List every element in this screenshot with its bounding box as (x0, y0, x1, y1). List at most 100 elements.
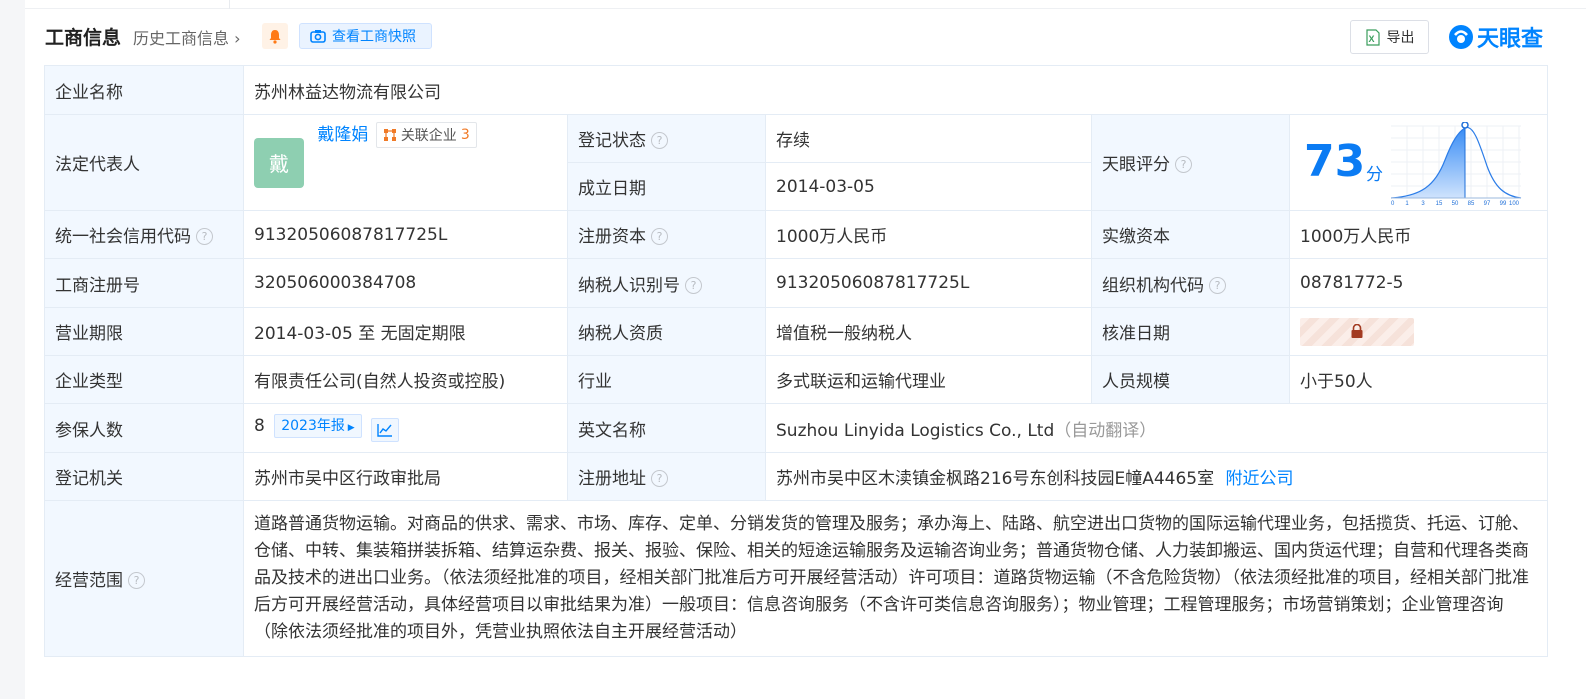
business-info-panel: 工商信息 历史工商信息 › 查看工商快照 X 导出 天眼查 企业名称 苏州林益达… (25, 0, 1586, 699)
table-row: 经营范围? 道路普通货物运输。对商品的供求、需求、市场、库存、定单、分销发货的管… (44, 500, 1549, 657)
table-row: 营业期限 2014-03-05 至 无固定期限 纳税人资质 增值税一般纳税人 核… (44, 307, 1549, 356)
score-cell[interactable]: 73 分 0 1 3 15 50 85 97 99 100 (1288, 114, 1549, 211)
label-insured-count: 参保人数 (44, 403, 244, 453)
help-icon[interactable]: ? (1175, 156, 1192, 173)
help-icon[interactable]: ? (128, 572, 145, 589)
chevron-right-icon: › (229, 29, 241, 48)
help-icon[interactable]: ? (685, 276, 702, 294)
line-chart-icon (377, 424, 393, 437)
locked-value-bar[interactable] (1300, 317, 1414, 346)
export-button[interactable]: X 导出 (1350, 20, 1429, 54)
help-icon[interactable]: ? (651, 132, 668, 149)
label-paid-capital: 实缴资本 (1091, 210, 1290, 259)
table-row: 企业类型 有限责任公司(自然人投资或控股) 行业 多式联运和运输代理业 人员规模… (44, 355, 1549, 404)
label-org-code: 组织机构代码? (1091, 258, 1290, 308)
table-row: 登记机关 苏州市吴中区行政审批局 注册地址? 苏州市吴中区木渎镇金枫路216号东… (44, 452, 1549, 501)
label-business-term: 营业期限 (44, 307, 244, 356)
table-row: 企业名称 苏州林益达物流有限公司 (44, 65, 1549, 115)
export-label: 导出 (1386, 30, 1415, 46)
established-value: 2014-03-05 (765, 162, 1092, 211)
taxpayer-id-value: 91320506087817725L (765, 258, 1092, 308)
credit-code-value: 91320506087817725L (243, 210, 568, 259)
help-icon[interactable]: ? (651, 228, 668, 245)
score-axis-tick: 97 (1484, 201, 1491, 206)
biz-reg-no-value: 320506000384708 (243, 258, 568, 308)
insured-count-cell: 8 2023年报 ▶ (243, 403, 568, 453)
excel-icon: X (1365, 28, 1380, 46)
section-title: 工商信息 (45, 27, 122, 49)
score-axis-tick: 99 (1500, 201, 1507, 206)
nearby-companies-link[interactable]: 附近公司 (1226, 469, 1294, 489)
trend-chart-button[interactable] (371, 418, 400, 442)
approval-date-cell (1288, 307, 1549, 356)
label-biz-reg-no: 工商注册号 (44, 258, 244, 308)
monitor-bell-button[interactable] (262, 23, 288, 49)
score-unit: 分 (1366, 164, 1383, 185)
label-reg-status: 登记状态? (567, 114, 766, 163)
snapshot-button[interactable]: 查看工商快照 (299, 23, 432, 49)
org-code-value: 08781772-5 (1288, 258, 1549, 308)
company-name-value: 苏州林益达物流有限公司 (242, 65, 1549, 115)
business-scope-value: 道路普通货物运输。对商品的供求、需求、市场、库存、定单、分销发货的管理及服务；承… (242, 500, 1549, 657)
table-row: 法定代表人 戴 戴隆娟 关联企业 3 登记状态? 存续 天眼评分? 73 分 0… (44, 114, 1549, 211)
help-icon[interactable]: ? (651, 470, 668, 487)
label-english-name: 英文名称 (567, 403, 766, 453)
table-row: 工商注册号 320506000384708 纳税人识别号? 9132050608… (44, 258, 1549, 308)
registered-capital-value: 1000万人民币 (765, 210, 1092, 259)
legal-rep-cell: 戴 戴隆娟 关联企业 3 (243, 114, 568, 211)
english-name-cell: Suzhou Linyida Logistics Co., Ltd（自动翻译） (764, 403, 1549, 453)
english-name-value: Suzhou Linyida Logistics Co., Ltd (776, 420, 1055, 441)
reg-address-cell: 苏州市吴中区木渎镇金枫路216号东创科技园E幢A4465室 附近公司 (764, 452, 1549, 501)
business-info-table: 企业名称 苏州林益达物流有限公司 法定代表人 戴 戴隆娟 关联企业 3 登记状态… (44, 65, 1549, 657)
table-row: 参保人数 8 2023年报 ▶ 英文名称 Suzhou Linyida Logi… (44, 403, 1549, 453)
score-axis-tick: 100 (1509, 201, 1520, 206)
insured-count-value: 8 (254, 416, 265, 436)
avatar: 戴 (254, 137, 304, 188)
auto-translate-note: （自动翻译） (1054, 420, 1157, 441)
history-info-link[interactable]: 历史工商信息 › (133, 25, 241, 49)
score-axis-tick: 0 (1391, 201, 1395, 206)
label-taxpayer-id: 纳税人识别号? (567, 258, 766, 308)
reg-address-value: 苏州市吴中区木渎镇金枫路216号东创科技园E幢A4465室 (776, 469, 1215, 489)
top-tab-strip (25, 0, 1586, 9)
brand-name: 天眼查 (1477, 27, 1544, 52)
related-count: 3 (460, 126, 470, 143)
caret-right-icon: ▶ (344, 423, 355, 433)
label-established: 成立日期 (567, 162, 766, 211)
reg-status-value: 存续 (765, 114, 1092, 163)
lock-icon (1351, 324, 1363, 338)
table-row: 统一社会信用代码? 91320506087817725L 注册资本? 1000万… (44, 210, 1549, 259)
business-term-value: 2014-03-05 至 无固定期限 (243, 307, 568, 356)
camera-icon (310, 30, 326, 43)
industry-value: 多式联运和运输代理业 (765, 355, 1092, 404)
relation-graph-icon (383, 128, 396, 141)
related-label: 关联企业 (400, 127, 457, 144)
score-axis-tick: 50 (1452, 201, 1459, 206)
label-tianyan-score: 天眼评分? (1091, 114, 1290, 211)
score-distribution-chart: 0 1 3 15 50 85 97 99 100 (1391, 121, 1522, 206)
related-companies-tag[interactable]: 关联企业 3 (375, 121, 477, 148)
brand-logo-icon (1449, 25, 1473, 49)
help-icon[interactable]: ? (196, 228, 213, 245)
svg-text:X: X (1368, 34, 1374, 44)
label-credit-code: 统一社会信用代码? (44, 210, 244, 259)
reg-authority-value: 苏州市吴中区行政审批局 (243, 452, 568, 501)
label-registered-capital: 注册资本? (567, 210, 766, 259)
score-axis-tick: 15 (1436, 201, 1443, 206)
taxpayer-qual-value: 增值税一般纳税人 (765, 307, 1092, 356)
label-reg-authority: 登记机关 (44, 452, 244, 501)
annual-report-tag[interactable]: 2023年报 ▶ (274, 414, 362, 438)
legal-rep-link[interactable]: 戴隆娟 (317, 120, 368, 145)
help-icon[interactable]: ? (1209, 276, 1226, 294)
snapshot-label: 查看工商快照 (332, 29, 416, 45)
label-legal-rep: 法定代表人 (44, 114, 244, 211)
score-axis-tick: 1 (1405, 201, 1409, 206)
company-type-value: 有限责任公司(自然人投资或控股) (243, 355, 568, 404)
label-staff-size: 人员规模 (1091, 355, 1290, 404)
score-axis-tick: 85 (1468, 201, 1475, 206)
label-taxpayer-qual: 纳税人资质 (567, 307, 766, 356)
bell-icon (269, 29, 281, 44)
label-industry: 行业 (567, 355, 766, 404)
label-company-name: 企业名称 (44, 65, 244, 115)
staff-size-value: 小于50人 (1288, 355, 1549, 404)
